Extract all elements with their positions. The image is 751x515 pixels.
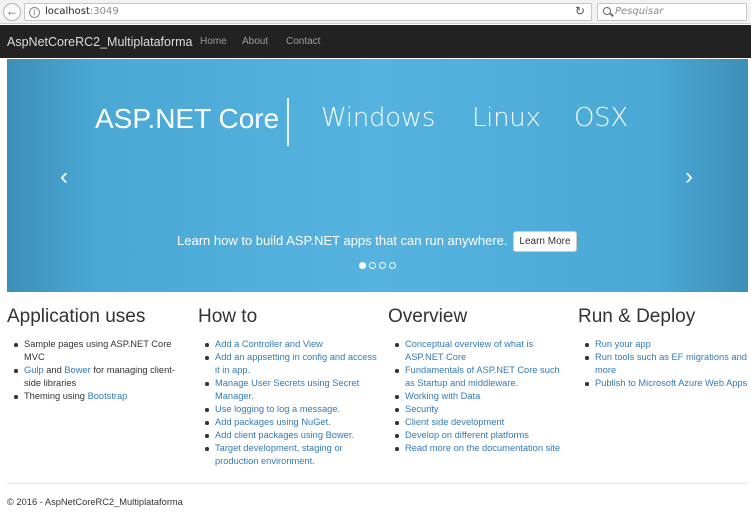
list-item: Run tools such as EF migrations and more [585,351,750,377]
list-item: Client side development [395,416,568,429]
list-item: Sample pages using ASP.NET Core MVC [14,338,187,364]
list-item: Add client packages using Bower. [205,429,378,442]
list-item: Manage User Secrets using Secret Manager… [205,377,378,403]
list-item-link[interactable]: Add a Controller and View [215,339,323,349]
list-item-link[interactable]: Target development, staging or productio… [215,443,343,466]
navbar: AspNetCoreRC2_Multiplataforma Home About… [0,25,751,58]
list-item: Working with Data [395,390,568,403]
list-item: Add packages using NuGet. [205,416,378,429]
section-title: Application uses [7,306,146,327]
hero-windows: Windows [321,103,435,133]
search-icon [603,7,611,15]
section-run-deploy: Run & Deploy Run your app Run tools such … [578,306,750,390]
browser-search-input[interactable]: Pesquisar [597,3,747,21]
chevron-right-icon[interactable]: › [679,164,699,190]
section-how-to: How to Add a Controller and View Add an a… [198,306,378,468]
list-item: Use logging to log a message. [205,403,378,416]
list-item-link[interactable]: Fundamentals of ASP.NET Core such as Sta… [405,365,560,388]
list-item: Fundamentals of ASP.NET Core such as Sta… [395,364,568,390]
section-list: Conceptual overview of what is ASP.NET C… [388,338,568,455]
list-item-text: Sample pages using ASP.NET Core MVC [24,339,172,362]
hero-divider [287,98,289,146]
list-item-link[interactable]: Add client packages using Bower. [215,430,354,440]
address-bar[interactable]: i localhost:3049 ↻ [24,3,592,21]
navbar-brand[interactable]: AspNetCoreRC2_Multiplataforma [7,35,193,49]
back-arrow-icon[interactable]: ← [3,3,21,21]
list-item-link[interactable]: Client side development [405,417,504,427]
list-item: Read more on the documentation site [395,442,568,455]
nav-link-contact[interactable]: Contact [286,36,320,47]
nav-link-about[interactable]: About [242,36,268,47]
list-item-link[interactable]: Run tools such as EF migrations and more [595,352,747,375]
learn-more-button[interactable]: Learn More [513,231,577,252]
list-item-link[interactable]: Bootstrap [88,391,128,401]
list-item: Publish to Microsoft Azure Web Apps [585,377,750,390]
list-item-link[interactable]: Read more on the documentation site [405,443,560,453]
footer-divider [7,483,748,484]
list-item: Develop on different platforms [395,429,568,442]
list-item-link[interactable]: Bower [64,365,90,375]
list-item-text: and [43,365,65,375]
list-item-link[interactable]: Gulp [24,365,44,375]
hero-linux: Linux [472,103,541,133]
url-text: localhost:3049 [45,6,119,17]
section-overview: Overview Conceptual overview of what is … [388,306,568,455]
carousel-indicator[interactable] [389,262,396,269]
carousel-caption: Learn how to build ASP.NET apps that can… [177,233,508,248]
list-item-link[interactable]: Add packages using NuGet. [215,417,331,427]
list-item: Run your app [585,338,750,351]
list-item-link[interactable]: Use logging to log a message. [215,404,340,414]
list-item: Conceptual overview of what is ASP.NET C… [395,338,568,364]
list-item-link[interactable]: Add an appsetting in config and access i… [215,352,377,375]
section-title: How to [198,306,258,327]
list-item-text: Theming using [24,391,88,401]
footer-text: © 2016 - AspNetCoreRC2_Multiplataforma [7,497,183,507]
list-item: Add an appsetting in config and access i… [205,351,378,377]
list-item: Add a Controller and View [205,338,378,351]
section-title: Run & Deploy [578,306,696,327]
section-list: Sample pages using ASP.NET Core MVC Gulp … [7,338,187,403]
nav-link-home[interactable]: Home [200,36,227,47]
info-icon[interactable]: i [29,7,40,18]
list-item-link[interactable]: Manage User Secrets using Secret Manager… [215,378,359,401]
search-placeholder: Pesquisar [615,6,664,17]
list-item-link[interactable]: Working with Data [405,391,480,401]
list-item-link[interactable]: Develop on different platforms [405,430,529,440]
chevron-left-icon[interactable]: ‹ [54,164,74,190]
list-item-link[interactable]: Conceptual overview of what is ASP.NET C… [405,339,533,362]
carousel-indicator[interactable] [359,262,366,269]
hero-osx: OSX [574,103,628,133]
list-item: Security [395,403,568,416]
section-list: Add a Controller and View Add an appsetti… [198,338,378,468]
browser-toolbar: ← i localhost:3049 ↻ Pesquisar [0,0,751,24]
reload-icon[interactable]: ↻ [575,4,585,18]
section-list: Run your app Run tools such as EF migrati… [578,338,750,390]
list-item-link[interactable]: Publish to Microsoft Azure Web Apps [595,378,747,388]
list-item-link[interactable]: Security [405,404,439,414]
list-item: Gulp and Bower for managing client-side … [14,364,187,390]
list-item-link[interactable]: Run your app [595,339,651,349]
carousel-indicator[interactable] [369,262,376,269]
list-item: Target development, staging or productio… [205,442,378,468]
carousel: ASP.NET Core Windows Linux OSX ‹ › Learn… [7,59,748,292]
carousel-indicator[interactable] [379,262,386,269]
section-application-uses: Application uses Sample pages using ASP.… [7,306,187,403]
section-title: Overview [388,306,468,327]
list-item: Theming using Bootstrap [14,390,187,403]
hero-aspnet-core: ASP.NET Core [95,103,280,134]
